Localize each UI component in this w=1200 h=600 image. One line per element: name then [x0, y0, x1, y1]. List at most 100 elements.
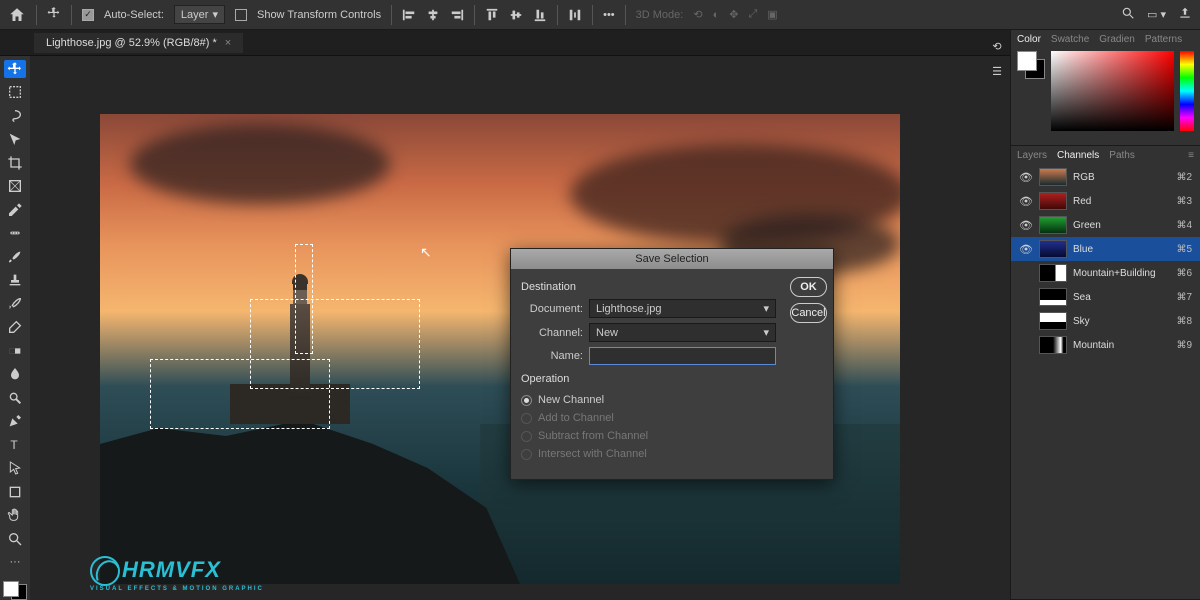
channel-row[interactable]: 👁RGB⌘2	[1011, 165, 1200, 189]
tab-gradients[interactable]: Gradien	[1099, 34, 1135, 45]
selection-marquee	[250, 299, 420, 389]
channel-row[interactable]: 👁Green⌘4	[1011, 213, 1200, 237]
edit-toolbar-icon[interactable]: ···	[4, 554, 26, 572]
orbit3d-icon: ⟲	[693, 8, 702, 21]
stamp-tool[interactable]	[4, 272, 26, 290]
autoselect-dropdown[interactable]: Layer▾	[174, 5, 225, 24]
color-panel: Color Swatche Gradien Patterns	[1011, 30, 1200, 146]
channel-thumb	[1039, 168, 1067, 186]
eyedropper-tool[interactable]	[4, 201, 26, 219]
channel-thumb	[1039, 288, 1067, 306]
share-icon[interactable]	[1178, 6, 1192, 23]
svg-text:T: T	[10, 438, 18, 452]
canvas-area: ↖ Save Selection Destination Document: L…	[30, 56, 1010, 600]
align-left-icon[interactable]	[402, 8, 416, 22]
hue-slider[interactable]	[1180, 51, 1194, 131]
cancel-button[interactable]: Cancel	[790, 303, 827, 323]
lasso-tool[interactable]	[4, 107, 26, 125]
tab-channels[interactable]: Channels	[1057, 150, 1099, 161]
history-brush-tool[interactable]	[4, 295, 26, 313]
search-icon[interactable]	[1121, 6, 1135, 23]
shape-tool[interactable]	[4, 483, 26, 501]
channel-row[interactable]: 👁Mountain⌘9	[1011, 333, 1200, 357]
channel-name: Red	[1073, 196, 1170, 207]
quickselect-tool[interactable]	[4, 131, 26, 149]
marquee-tool[interactable]	[4, 84, 26, 102]
separator	[592, 5, 593, 25]
channel-row[interactable]: 👁Blue⌘5	[1011, 237, 1200, 261]
blur-tool[interactable]	[4, 366, 26, 384]
align-hcenter-icon[interactable]	[426, 8, 440, 22]
more-options-icon[interactable]: •••	[603, 9, 615, 21]
radio-icon	[521, 449, 532, 460]
tab-color[interactable]: Color	[1017, 34, 1041, 45]
ok-button[interactable]: OK	[790, 277, 827, 297]
radio-icon	[521, 431, 532, 442]
distribute-icon[interactable]	[568, 8, 582, 22]
separator	[391, 5, 392, 25]
move-tool[interactable]	[4, 60, 26, 78]
name-label: Name:	[519, 350, 583, 362]
collapsed-dock: ⟲ ☰	[984, 40, 1010, 78]
tab-swatches[interactable]: Swatche	[1051, 34, 1089, 45]
destination-label: Destination	[521, 281, 776, 293]
visibility-icon[interactable]: 👁	[1019, 195, 1033, 208]
hand-tool[interactable]	[4, 507, 26, 525]
channel-thumb	[1039, 312, 1067, 330]
separator	[36, 5, 37, 25]
type-tool[interactable]: T	[4, 436, 26, 454]
visibility-icon[interactable]: 👁	[1019, 171, 1033, 184]
zoom-tool[interactable]	[4, 530, 26, 548]
color-field[interactable]	[1051, 51, 1174, 131]
channel-shortcut: ⌘3	[1176, 196, 1192, 207]
transform-checkbox[interactable]	[235, 9, 247, 21]
align-right-icon[interactable]	[450, 8, 464, 22]
channel-row[interactable]: 👁Mountain+Building⌘6	[1011, 261, 1200, 285]
history-panel-icon[interactable]: ⟲	[992, 40, 1001, 53]
channel-shortcut: ⌘8	[1176, 316, 1192, 327]
channel-row[interactable]: 👁 Red ⌘3	[1011, 189, 1200, 213]
tab-layers[interactable]: Layers	[1017, 150, 1047, 161]
path-select-tool[interactable]	[4, 460, 26, 478]
workspace-icon[interactable]: ▭ ▾	[1147, 8, 1166, 21]
op-newchannel[interactable]: New Channel	[519, 391, 776, 409]
tab-paths[interactable]: Paths	[1109, 150, 1135, 161]
color-swatch-pair[interactable]	[1017, 51, 1045, 79]
crop-tool[interactable]	[4, 154, 26, 172]
gradient-tool[interactable]	[4, 342, 26, 360]
visibility-icon[interactable]: 👁	[1019, 219, 1033, 232]
align-bottom-icon[interactable]	[533, 8, 547, 22]
brush-tool[interactable]	[4, 248, 26, 266]
name-input[interactable]	[589, 347, 776, 365]
visibility-icon[interactable]: 👁	[1019, 243, 1033, 256]
transform-label: Show Transform Controls	[257, 9, 381, 21]
channel-row[interactable]: 👁Sea⌘7	[1011, 285, 1200, 309]
eraser-tool[interactable]	[4, 319, 26, 337]
foreground-background-swatch[interactable]	[3, 581, 27, 600]
frame-tool[interactable]	[4, 178, 26, 196]
channel-name: Mountain	[1073, 340, 1170, 351]
close-icon[interactable]: ×	[225, 37, 231, 49]
move-tool-icon	[47, 6, 61, 23]
align-top-icon[interactable]	[485, 8, 499, 22]
autoselect-checkbox[interactable]: ✓	[82, 9, 94, 21]
align-vcenter-icon[interactable]	[509, 8, 523, 22]
properties-panel-icon[interactable]: ☰	[992, 65, 1002, 78]
healing-tool[interactable]	[4, 225, 26, 243]
document-tab[interactable]: Lighthose.jpg @ 52.9% (RGB/8#) * ×	[34, 33, 243, 53]
pen-tool[interactable]	[4, 413, 26, 431]
channel-thumb	[1039, 264, 1067, 282]
panel-menu-icon[interactable]: ≡	[1188, 150, 1194, 161]
channel-row[interactable]: 👁Sky⌘8	[1011, 309, 1200, 333]
home-icon[interactable]	[8, 6, 26, 24]
channel-thumb	[1039, 216, 1067, 234]
document-dropdown[interactable]: Lighthose.jpg▾	[589, 299, 776, 318]
channel-shortcut: ⌘7	[1176, 292, 1192, 303]
op-add: Add to Channel	[519, 409, 776, 427]
tab-patterns[interactable]: Patterns	[1145, 34, 1182, 45]
channel-shortcut: ⌘9	[1176, 340, 1192, 351]
dodge-tool[interactable]	[4, 389, 26, 407]
operation-label: Operation	[521, 373, 776, 385]
channel-shortcut: ⌘6	[1176, 268, 1192, 279]
channel-dropdown[interactable]: New▾	[589, 323, 776, 342]
